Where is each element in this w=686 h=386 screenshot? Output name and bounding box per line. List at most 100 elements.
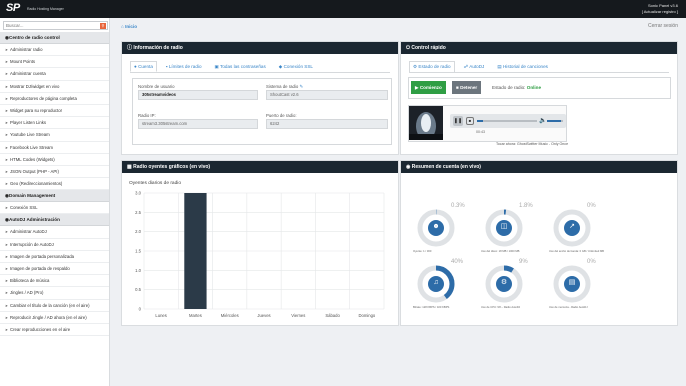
sidebar-item[interactable]: ➤ Conexión SSL bbox=[0, 202, 109, 215]
radio-status: Estado de radio: Online bbox=[492, 85, 541, 90]
shield-icon: ◆ bbox=[278, 64, 283, 69]
info-icon: ⓘ bbox=[127, 45, 133, 51]
sidebar-item-label: Biblioteca de música bbox=[10, 278, 50, 284]
version-text: Sonic Panel v3.6 bbox=[647, 3, 678, 8]
sidebar-item-label: Jingles / AD (Pro) bbox=[10, 290, 44, 296]
tab-label: AutoDJ bbox=[469, 64, 485, 69]
sidebar-item[interactable]: ➤ Administrar cuenta bbox=[0, 68, 109, 81]
seek-bar[interactable] bbox=[477, 120, 537, 122]
sidebar-item-label: JSON Output (PHP - API) bbox=[10, 168, 59, 174]
sidebar-item[interactable]: ➤ Player Listen Links bbox=[0, 117, 109, 130]
tab-label: Estado de radio bbox=[418, 64, 451, 69]
app-logo[interactable]: SP bbox=[6, 2, 20, 14]
sidebar-item-label: Crear reproducciones en el aire bbox=[10, 326, 71, 332]
tab-account[interactable]: ● Cuenta bbox=[130, 61, 157, 72]
sidebar-section-header[interactable]: ◉AutoDJ Administración bbox=[0, 214, 109, 227]
sidebar-item[interactable]: ➤ Geo (Redireccionamientos) bbox=[0, 178, 109, 191]
headphones-icon: ☍ bbox=[463, 64, 469, 69]
memory-icon: ▤ bbox=[568, 279, 576, 286]
quick-control-panel: ⏻ Control rápido ⚙ Estado de radio ☍ Auto… bbox=[400, 41, 678, 155]
chevron-right-icon: ➤ bbox=[5, 133, 9, 138]
logout-link[interactable]: Cerrar sesión bbox=[648, 23, 678, 29]
radio-info-panel: ⓘ Información de radio ● Cuenta ▪ Límites… bbox=[121, 41, 399, 155]
lock-icon: ▣ bbox=[214, 64, 219, 69]
chevron-right-icon: ➤ bbox=[5, 327, 9, 332]
sidebar-item[interactable]: ➤ Administrar AutoDJ bbox=[0, 226, 109, 239]
sidebar-item[interactable]: ➤ Reproductores de página completa bbox=[0, 93, 109, 105]
start-button[interactable]: ▶ Comienzo bbox=[411, 81, 446, 94]
sidebar-section-header[interactable]: ◉Domain Management bbox=[0, 190, 109, 203]
sidebar-item[interactable]: ➤ Widget para su reproductor bbox=[0, 105, 109, 118]
gauge-percent: 9% bbox=[519, 259, 528, 265]
gauge-percent: 0.3% bbox=[451, 203, 465, 209]
time-elapsed: 00:43 bbox=[476, 130, 485, 134]
sidebar-item[interactable]: ➤ Cambiar el título de la canción (en el … bbox=[0, 300, 109, 312]
sidebar-section-title: Domain Management bbox=[9, 193, 56, 199]
radio-ip-field[interactable]: stream3.305stream.com bbox=[138, 119, 258, 129]
sidebar-item[interactable]: ➤ Reproducir Jingle / AD ahora (en el air… bbox=[0, 312, 109, 324]
gauge-percent: 40% bbox=[451, 259, 464, 265]
sidebar-item-label: Cambiar el título de la canción (en el a… bbox=[10, 302, 90, 308]
sidebar-item[interactable]: ➤ HTML Codes (Widgets) bbox=[0, 154, 109, 166]
pause-icon[interactable]: ❚❚ bbox=[453, 116, 463, 126]
stop-icon[interactable]: ■ bbox=[466, 117, 474, 125]
panel-header: ⓘ Información de radio bbox=[122, 42, 398, 54]
users-icon: ☻ bbox=[432, 223, 440, 230]
update-registry-link[interactable]: [ Actualizar registro ] bbox=[642, 9, 678, 15]
gauge-percent: 0% bbox=[587, 259, 596, 265]
username-label: Nombre de usuario bbox=[138, 84, 175, 89]
panel-title: Resumen de cuenta (en vivo) bbox=[411, 164, 481, 170]
search-icon[interactable]: ⚲ bbox=[100, 23, 106, 29]
sidebar-item[interactable]: ➤ Mostrar DJ/widget en vivo bbox=[0, 81, 109, 93]
tab-limits[interactable]: ▪ Límites de radio bbox=[162, 61, 206, 72]
pencil-icon[interactable]: ✎ bbox=[299, 84, 303, 89]
volume-level bbox=[547, 120, 561, 122]
sidebar-section-title: AutoDJ Administración bbox=[9, 217, 60, 223]
chevron-right-icon: ➤ bbox=[5, 267, 9, 271]
volume-slider[interactable] bbox=[547, 120, 563, 122]
search-input[interactable] bbox=[4, 22, 96, 29]
breadcrumb-home[interactable]: Inicio bbox=[125, 24, 137, 29]
volume-icon[interactable]: 🔈 bbox=[539, 117, 546, 124]
sidebar-section-header[interactable]: ◉Centro de radio control bbox=[0, 32, 109, 44]
chevron-right-icon: ➤ bbox=[5, 96, 9, 101]
gauge-label: Uso del disco: 18 MB / 1000 MB bbox=[481, 250, 520, 253]
radio-system-field[interactable]: ShoutCast v2.6 bbox=[266, 90, 388, 100]
sidebar-item[interactable]: ➤ Interrupción de AutoDJ bbox=[0, 239, 109, 251]
sidebar-item[interactable]: ➤ Jingles / AD (Pro) bbox=[0, 287, 109, 300]
sidebar-item[interactable]: ➤ Biblioteca de música bbox=[0, 275, 109, 288]
sidebar-item[interactable]: ➤ JSON Output (PHP - API) bbox=[0, 166, 109, 179]
sidebar-item[interactable]: ➤ Crear reproducciones en el aire bbox=[0, 324, 109, 337]
stop-button[interactable]: ■ Detener bbox=[452, 81, 482, 94]
bar bbox=[184, 193, 207, 309]
sidebar-item-label: Mount Points bbox=[10, 59, 36, 65]
chevron-right-icon: ➤ bbox=[5, 242, 9, 247]
disk-icon: ◫ bbox=[500, 223, 508, 230]
search-box: ⚲ bbox=[3, 21, 108, 30]
sidebar-item[interactable]: ➤ Youtube Live Stream bbox=[0, 129, 109, 142]
radio-port-label: Puerto de radio: bbox=[266, 113, 297, 118]
player-controls: ❚❚ ■ 🔈 bbox=[450, 114, 566, 128]
sidebar-item[interactable]: ➤ Imagen de portada personalizada bbox=[0, 251, 109, 263]
chevron-right-icon: ➤ bbox=[5, 145, 9, 150]
album-cover bbox=[409, 106, 443, 140]
sidebar-nav: ◉Centro de radio control ➤ Administrar rad… bbox=[0, 32, 109, 337]
sidebar-item[interactable]: ➤ Administrar radio bbox=[0, 44, 109, 57]
now-playing: Tocar ahora: GhostSwitter Music - Only O… bbox=[496, 142, 569, 146]
x-tick-label: Sábado bbox=[325, 313, 340, 318]
y-tick-label: 2.5 bbox=[135, 210, 141, 215]
gauge-label: Uso de memoria - Radio AutoDJ bbox=[549, 306, 588, 309]
chart-subtitle: Oyentes diarios de radio bbox=[129, 181, 181, 186]
panel-header: ▩ Radio oyentes gráficos (en vivo) bbox=[122, 161, 398, 173]
status-label: Estado de radio: bbox=[492, 85, 526, 90]
username-field[interactable]: 305streamvideos bbox=[138, 90, 258, 100]
gauge-label: Oyente: 1 / 300 bbox=[413, 250, 432, 253]
breadcrumb[interactable]: ⌂ Inicio bbox=[121, 24, 137, 29]
dashboard-icon: ◉ bbox=[406, 164, 411, 170]
radio-port-field[interactable]: 6242 bbox=[266, 119, 388, 129]
sidebar-item[interactable]: ➤ Facebook Live Stream bbox=[0, 142, 109, 154]
status-value: Online bbox=[526, 85, 542, 90]
sidebar-item-label: Reproductores de página completa bbox=[10, 95, 77, 101]
sidebar-item[interactable]: ➤ Mount Points bbox=[0, 56, 109, 69]
sidebar-item[interactable]: ➤ Imagen de portada de respaldo bbox=[0, 263, 109, 276]
